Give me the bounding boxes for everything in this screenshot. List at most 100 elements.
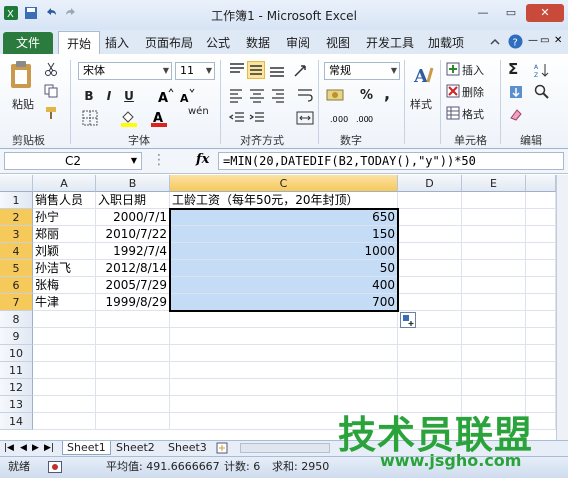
cell[interactable]	[33, 328, 96, 345]
decrease-decimal-icon[interactable]: .00 0	[356, 110, 376, 126]
cell[interactable]	[33, 362, 96, 379]
last-sheet-icon[interactable]: ▶|	[44, 441, 54, 455]
tab-review[interactable]: 审阅	[286, 34, 310, 51]
fill-down-icon[interactable]	[508, 84, 524, 100]
cell[interactable]	[170, 311, 398, 328]
align-right-icon[interactable]	[268, 87, 286, 103]
column-header-c[interactable]: C	[170, 175, 398, 192]
insert-function-button[interactable]: fx	[196, 152, 209, 167]
data-cell[interactable]: 张梅	[33, 277, 96, 294]
column-header-a[interactable]: A	[33, 175, 96, 192]
wrap-text-icon[interactable]	[296, 87, 314, 103]
row-header[interactable]: 9	[0, 328, 33, 345]
autosum-button[interactable]: Σ	[508, 60, 518, 78]
cell[interactable]	[33, 345, 96, 362]
tab-formulas[interactable]: 公式	[206, 34, 230, 51]
row-header[interactable]: 11	[0, 362, 33, 379]
cell[interactable]	[526, 226, 556, 243]
cell[interactable]	[462, 294, 526, 311]
tab-developer[interactable]: 开发工具	[366, 34, 414, 51]
format-button[interactable]: 格式	[462, 106, 484, 122]
delete-button[interactable]: 删除	[462, 84, 484, 100]
sheet-tab-sheet2[interactable]: Sheet2	[112, 441, 159, 455]
close-icon[interactable]: ✕	[526, 4, 564, 22]
sheet-tab-sheet1[interactable]: Sheet1	[62, 441, 111, 455]
row-header[interactable]: 7	[0, 294, 33, 311]
format-painter-icon[interactable]	[44, 106, 58, 120]
cell[interactable]	[398, 294, 462, 311]
align-left-icon[interactable]	[228, 87, 246, 103]
select-all-corner[interactable]	[0, 175, 33, 192]
cell[interactable]	[170, 379, 398, 396]
number-format-combo[interactable]: 常规 ▼	[324, 62, 400, 80]
phonetic-button[interactable]: wén	[188, 106, 209, 117]
cell[interactable]	[526, 379, 556, 396]
cell[interactable]	[398, 277, 462, 294]
row-header[interactable]: 5	[0, 260, 33, 277]
data-cell[interactable]: 1999/8/29	[96, 294, 170, 311]
data-cell[interactable]: 郑丽	[33, 226, 96, 243]
cell[interactable]	[526, 328, 556, 345]
formula-input[interactable]: =MIN(20,DATEDIF(B2,TODAY(),"y"))*50	[218, 152, 564, 170]
percent-button[interactable]: %	[360, 88, 373, 103]
merge-center-icon[interactable]	[296, 110, 314, 126]
cell[interactable]	[462, 226, 526, 243]
tab-data[interactable]: 数据	[246, 34, 270, 51]
ribbon-restore-icon[interactable]: ▭	[540, 35, 549, 46]
insert-button[interactable]: 插入	[462, 62, 484, 78]
new-sheet-icon[interactable]	[216, 442, 230, 454]
data-cell[interactable]: 牛津	[33, 294, 96, 311]
cell[interactable]	[33, 379, 96, 396]
align-middle-button[interactable]	[247, 61, 265, 79]
tab-insert[interactable]: 插入	[105, 34, 129, 51]
cell[interactable]	[526, 209, 556, 226]
prev-sheet-icon[interactable]: ◀	[20, 441, 27, 455]
tab-page-layout[interactable]: 页面布局	[145, 34, 193, 51]
cell[interactable]	[526, 362, 556, 379]
cell[interactable]	[462, 328, 526, 345]
next-sheet-icon[interactable]: ▶	[32, 441, 39, 455]
maximize-icon[interactable]: ▭	[498, 4, 524, 22]
cell[interactable]	[462, 277, 526, 294]
help-icon[interactable]: ?	[508, 34, 523, 49]
row-header[interactable]: 12	[0, 379, 33, 396]
data-cell[interactable]: 2000/7/1	[96, 209, 170, 226]
cell[interactable]	[462, 379, 526, 396]
cell[interactable]	[462, 209, 526, 226]
cell[interactable]	[96, 345, 170, 362]
column-header-e[interactable]: E	[462, 175, 526, 192]
cell[interactable]	[170, 362, 398, 379]
worksheet-grid[interactable]: A B C D E 1 2 3 4 5 6 7 8 9 10 11 12 13 14 销售人员 入职日期 工龄…	[0, 175, 568, 440]
currency-icon[interactable]	[326, 87, 346, 103]
cell[interactable]	[526, 345, 556, 362]
tab-view[interactable]: 视图	[326, 34, 350, 51]
increase-decimal-icon[interactable]: .0 00	[330, 110, 350, 126]
vertical-scrollbar[interactable]	[556, 175, 568, 440]
align-top-icon[interactable]	[228, 62, 246, 78]
cell[interactable]	[96, 379, 170, 396]
font-name-combo[interactable]: 宋体 ▼	[78, 62, 172, 80]
row-header[interactable]: 2	[0, 209, 33, 226]
paste-button[interactable]: 粘贴	[12, 96, 34, 112]
cell[interactable]	[462, 362, 526, 379]
orientation-icon[interactable]	[292, 62, 310, 78]
row-header[interactable]: 14	[0, 413, 33, 430]
cell[interactable]	[526, 294, 556, 311]
data-cell[interactable]: 2012/8/14	[96, 260, 170, 277]
macro-record-icon[interactable]	[48, 461, 62, 473]
quick-analysis-icon[interactable]	[400, 312, 416, 328]
align-center-icon[interactable]	[248, 87, 266, 103]
cell[interactable]	[398, 226, 462, 243]
cell[interactable]	[170, 328, 398, 345]
font-color-icon[interactable]: A	[150, 109, 168, 127]
clear-icon[interactable]	[508, 106, 524, 122]
increase-indent-icon[interactable]	[248, 110, 266, 126]
cell[interactable]	[33, 396, 96, 413]
row-header[interactable]: 6	[0, 277, 33, 294]
data-cell[interactable]: 刘颖	[33, 243, 96, 260]
ribbon-minimize-icon[interactable]: —	[528, 35, 538, 46]
first-sheet-icon[interactable]: |◀	[4, 441, 14, 455]
data-cell[interactable]: 孙洁飞	[33, 260, 96, 277]
tab-file[interactable]: 文件	[3, 32, 53, 54]
header-cell[interactable]: 入职日期	[96, 192, 170, 209]
